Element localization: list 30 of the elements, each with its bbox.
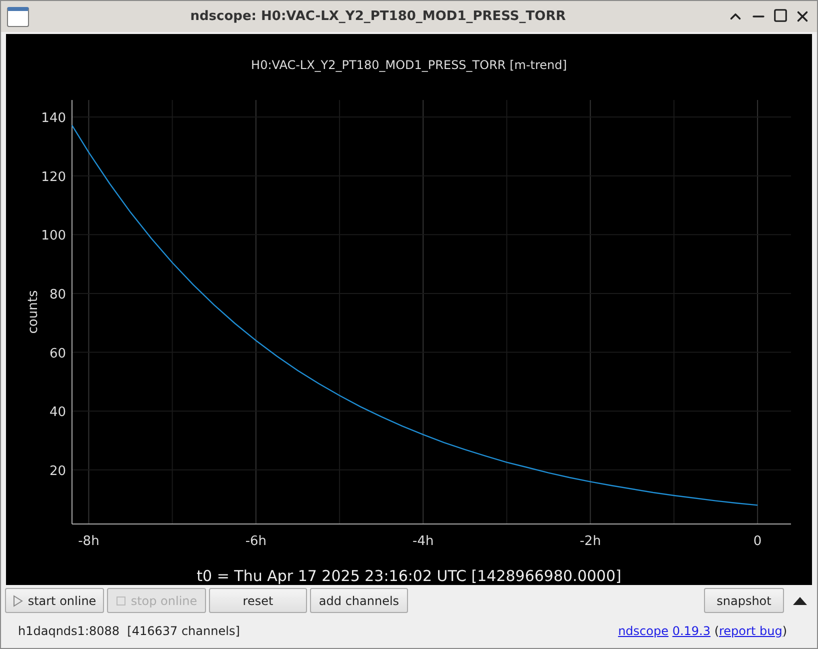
action-button[interactable]: reset [209, 588, 307, 614]
x-tick-label: -4h [412, 534, 434, 550]
app-link[interactable]: ndscope [618, 624, 668, 638]
snapshot-button[interactable]: snapshot [704, 588, 784, 614]
y-tick-label: 80 [48, 288, 66, 302]
x-tick-label: -8h [78, 534, 99, 550]
t0-label: t0 = Thu Apr 17 2025 23:16:02 UTC [1428966980.0000] [196, 567, 622, 586]
server-info: h1daqnds1:8088 [416637 channels] [18, 624, 240, 638]
maximize-icon[interactable] [773, 8, 788, 24]
x-tick-label: -6h [244, 534, 266, 550]
bug-report-text: (report bug) [714, 624, 787, 638]
x-tick-label: 0 [752, 534, 762, 550]
triangle-up-icon [793, 596, 807, 606]
bug-report-link[interactable]: report bug [719, 624, 782, 638]
y-tick-label: 140 [40, 111, 66, 126]
app-icon [7, 6, 29, 27]
window-title: ndscope: H0:VAC-LX_Y2_PT180_MOD1_PRESS_TORR [189, 9, 567, 24]
y-tick-label: 100 [40, 228, 66, 244]
x-tick-label: -2h [579, 534, 600, 550]
plot-title: H0:VAC-LX_Y2_PT180_MOD1_PRESS_TORR [m-trend] [251, 58, 567, 74]
y-tick-label: 40 [48, 405, 66, 420]
y-tick-label: 60 [48, 346, 66, 362]
action-button[interactable]: add channels [310, 588, 408, 614]
play-button[interactable]: start online [5, 588, 104, 614]
y-tick-label: 120 [40, 170, 66, 185]
y-tick-label: 20 [48, 464, 66, 479]
version-link[interactable]: 0.19.3 [672, 624, 710, 638]
y-axis-label: counts [26, 290, 40, 334]
play-icon [12, 594, 23, 607]
stop-icon [116, 596, 126, 606]
